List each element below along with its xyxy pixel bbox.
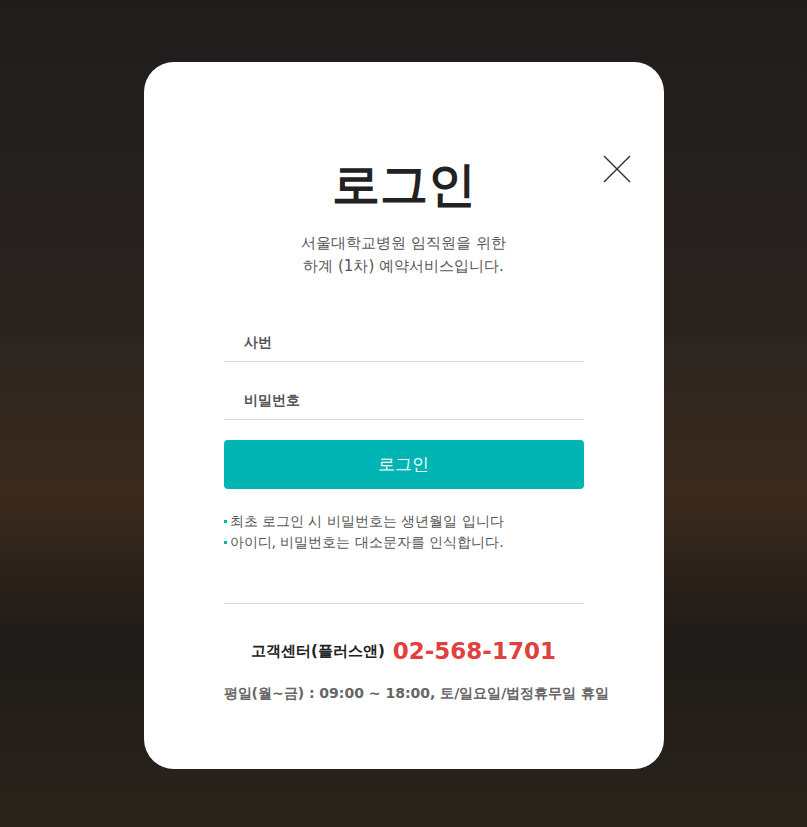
support-phone: 02-568-1701 [393,636,556,666]
customer-center: 고객센터(플러스앤) 02-568-1701 평일(월~금) : 09:00 ~ 1… [224,636,584,704]
subtitle-line: 하계 (1차) 예약서비스입니다. [224,255,584,278]
form-field [224,304,584,362]
login-page: 로그인서울대학교병원 임직원을 위한하계 (1차) 예약서비스입니다.로그인최초… [0,0,807,827]
close-icon [602,154,632,184]
login-button[interactable]: 로그인 [224,440,584,489]
notes-list: 최초 로그인 시 비밀번호는 생년월일 입니다아이디, 비밀번호는 대소문자를 … [224,511,584,553]
text-input[interactable] [244,331,564,353]
login-modal: 로그인서울대학교병원 임직원을 위한하계 (1차) 예약서비스입니다.로그인최초… [144,62,664,769]
form-field [224,362,584,420]
bullet-icon [224,520,227,523]
close-button[interactable] [602,154,632,184]
note-item: 아이디, 비밀번호는 대소문자를 인식합니다. [224,532,584,553]
support-label: 고객센터(플러스앤) [251,642,385,661]
note-item: 최초 로그인 시 비밀번호는 생년월일 입니다 [224,511,584,532]
text-input[interactable] [244,389,564,411]
divider [224,603,584,604]
modal-subtitle: 서울대학교병원 임직원을 위한하계 (1차) 예약서비스입니다. [224,232,584,278]
support-hours: 평일(월~금) : 09:00 ~ 18:00, 토/일요일/법정휴무일 휴일 [224,682,584,704]
login-form [224,304,584,420]
subtitle-line: 서울대학교병원 임직원을 위한 [224,232,584,255]
bullet-icon [224,541,227,544]
support-contact: 고객센터(플러스앤) 02-568-1701 [224,636,584,666]
modal-title: 로그인 [224,154,584,214]
